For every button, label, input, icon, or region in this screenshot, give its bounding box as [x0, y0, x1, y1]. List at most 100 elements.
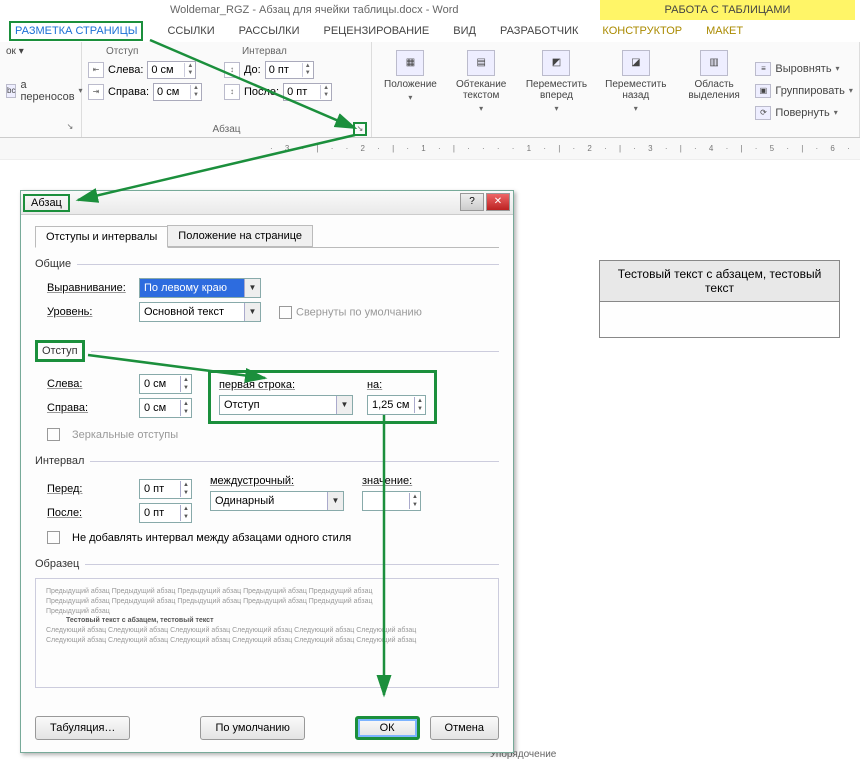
indent-right-dlg-spin[interactable]: ▲▼	[139, 398, 192, 418]
ribbon-tabs: РАЗМЕТКА СТРАНИЦЫ ССЫЛКИ РАССЫЛКИ РЕЦЕНЗ…	[0, 20, 860, 42]
space-before-dlg-label: Перед:	[47, 483, 131, 495]
first-line-label: первая строка:	[219, 379, 353, 391]
ok-button[interactable]: ОК	[355, 716, 420, 740]
table-cell-empty[interactable]	[600, 302, 840, 338]
space-before-icon: ↕	[224, 62, 240, 78]
dialog-title: Абзац	[23, 194, 70, 212]
indent-left-dlg-spin[interactable]: ▲▼	[139, 374, 192, 394]
align-label: Выровнять	[775, 63, 831, 75]
tab-indents-spacing[interactable]: Отступы и интервалы	[35, 226, 168, 248]
rotate-icon: ⟳	[755, 106, 771, 120]
position-button[interactable]: ▦Положение▾	[378, 46, 443, 135]
space-after-dlg-label: После:	[47, 507, 131, 519]
paragraph-group-label: Абзац	[212, 124, 240, 135]
space-after-icon: ↕	[224, 84, 240, 100]
tab-review[interactable]: РЕЦЕНЗИРОВАНИЕ	[323, 25, 429, 37]
indent-right-label: Справа:	[108, 86, 149, 98]
space-before-spin[interactable]: ▲▼	[265, 61, 314, 79]
hyphenation-icon: bc	[6, 84, 16, 98]
selection-pane-button[interactable]: ▥ Область выделения	[678, 46, 750, 135]
default-button[interactable]: По умолчанию	[200, 716, 304, 740]
noadd-label: Не добавлять интервал между абзацами одн…	[72, 532, 351, 544]
noadd-checkbox[interactable]	[47, 531, 60, 544]
contextual-tab-label: РАБОТА С ТАБЛИЦАМИ	[600, 0, 855, 20]
help-button[interactable]: ?	[460, 193, 484, 211]
preview-box: Предыдущий абзац Предыдущий абзац Предыд…	[35, 578, 499, 688]
forward-icon: ◩	[542, 50, 570, 76]
indent-left-icon: ⇤	[88, 62, 104, 78]
indent-right-spin[interactable]: ▲▼	[153, 83, 202, 101]
table-cell-with-paragraph[interactable]: Тестовый текст с абзацем, тестовый текст	[600, 261, 840, 302]
first-line-combo[interactable]: ▼	[219, 395, 353, 415]
spacing-heading: Интервал	[242, 46, 332, 57]
rotate-button[interactable]: ⟳Повернуть▾	[755, 105, 853, 121]
paragraph-dialog: Абзац ? ✕ Отступы и интервалы Положение …	[20, 190, 514, 753]
group-label-btn: Группировать	[775, 85, 845, 97]
space-after-spin[interactable]: ▲▼	[283, 83, 332, 101]
selection-pane-icon: ▥	[700, 50, 728, 76]
backward-icon: ◪	[622, 50, 650, 76]
line-spacing-at-spin[interactable]: ▲▼	[362, 491, 421, 511]
page-setup-launcher[interactable]: ↘	[63, 122, 77, 136]
paragraph-launcher[interactable]: ↘	[353, 122, 367, 136]
tab-references[interactable]: ССЫЛКИ	[167, 25, 214, 37]
section-indent: Отступ	[35, 340, 85, 362]
space-after-dlg-spin[interactable]: ▲▼	[139, 503, 192, 523]
space-before-label: До:	[244, 64, 261, 76]
indent-left-dlg-label: Слева:	[47, 378, 131, 390]
tab-page-layout[interactable]: РАЗМЕТКА СТРАНИЦЫ	[9, 21, 143, 41]
by-spin[interactable]: ▲▼	[367, 395, 426, 415]
indent-left-spin[interactable]: ▲▼	[147, 61, 196, 79]
line-spacing-combo[interactable]: ▼	[210, 491, 344, 511]
by-label: на:	[367, 379, 426, 391]
mirror-indents-checkbox[interactable]	[47, 428, 60, 441]
alignment-label: Выравнивание:	[47, 282, 131, 294]
tab-view[interactable]: ВИД	[453, 25, 476, 37]
tab-table-design[interactable]: КОНСТРУКТОР	[602, 25, 682, 37]
space-before-dlg-spin[interactable]: ▲▼	[139, 479, 192, 499]
group-icon: ▣	[755, 84, 771, 98]
wrap-label: Обтекание текстом	[454, 79, 508, 101]
indent-right-dlg-label: Справа:	[47, 402, 131, 414]
dialog-titlebar[interactable]: Абзац ? ✕	[21, 191, 513, 215]
collapsed-label: Свернуты по умолчанию	[296, 306, 422, 318]
align-button[interactable]: ≡Выровнять▾	[755, 61, 853, 77]
selection-pane-label: Область выделения	[684, 79, 744, 101]
line-spacing-label: междустрочный:	[210, 475, 344, 487]
tab-table-layout[interactable]: МАКЕТ	[706, 25, 743, 37]
bring-forward-button[interactable]: ◩Переместить вперед▾	[519, 46, 593, 135]
document-title: Woldemar_RGZ - Абзац для ячейки таблицы.…	[170, 4, 459, 16]
line-spacing-at-label: значение:	[362, 475, 421, 487]
tab-line-breaks[interactable]: Положение на странице	[167, 225, 313, 247]
send-backward-button[interactable]: ◪Переместить назад▾	[599, 46, 673, 135]
mirror-indents-label: Зеркальные отступы	[72, 429, 178, 441]
forward-label: Переместить вперед	[525, 79, 587, 101]
section-general: Общие	[35, 258, 71, 270]
close-button[interactable]: ✕	[486, 193, 510, 211]
cancel-button[interactable]: Отмена	[430, 716, 499, 740]
tab-mailings[interactable]: РАССЫЛКИ	[239, 25, 300, 37]
position-icon: ▦	[396, 50, 424, 76]
section-spacing: Интервал	[35, 455, 84, 467]
tab-developer[interactable]: РАЗРАБОТЧИК	[500, 25, 578, 37]
collapsed-checkbox[interactable]	[279, 306, 292, 319]
indent-left-label: Слева:	[108, 64, 143, 76]
backward-label: Переместить назад	[605, 79, 667, 101]
wrap-text-button[interactable]: ▤Обтекание текстом▾	[448, 46, 514, 135]
alignment-combo[interactable]: ▼	[139, 278, 261, 298]
ruler: · 3 · | · · 2 · | · 1 · | · · · · 1 · | …	[0, 138, 860, 160]
rotate-label: Повернуть	[775, 107, 829, 119]
ribbon: ок ▾ bc а переносов▾ ↘ Отступ ⇤ Слева: ▲…	[0, 42, 860, 138]
space-after-label: После:	[244, 86, 279, 98]
section-preview: Образец	[35, 558, 79, 570]
align-icon: ≡	[755, 62, 771, 76]
tabs-button[interactable]: Табуляция…	[35, 716, 130, 740]
wrap-icon: ▤	[467, 50, 495, 76]
document-table: Тестовый текст с абзацем, тестовый текст	[599, 260, 840, 338]
position-label: Положение	[384, 79, 437, 90]
indent-heading: Отступ	[106, 46, 202, 57]
outline-level-label: Уровень:	[47, 306, 131, 318]
group-button[interactable]: ▣Группировать▾	[755, 83, 853, 99]
hyphenation-button[interactable]: bc а переносов▾	[6, 78, 75, 104]
outline-level-combo[interactable]: ▼	[139, 302, 261, 322]
